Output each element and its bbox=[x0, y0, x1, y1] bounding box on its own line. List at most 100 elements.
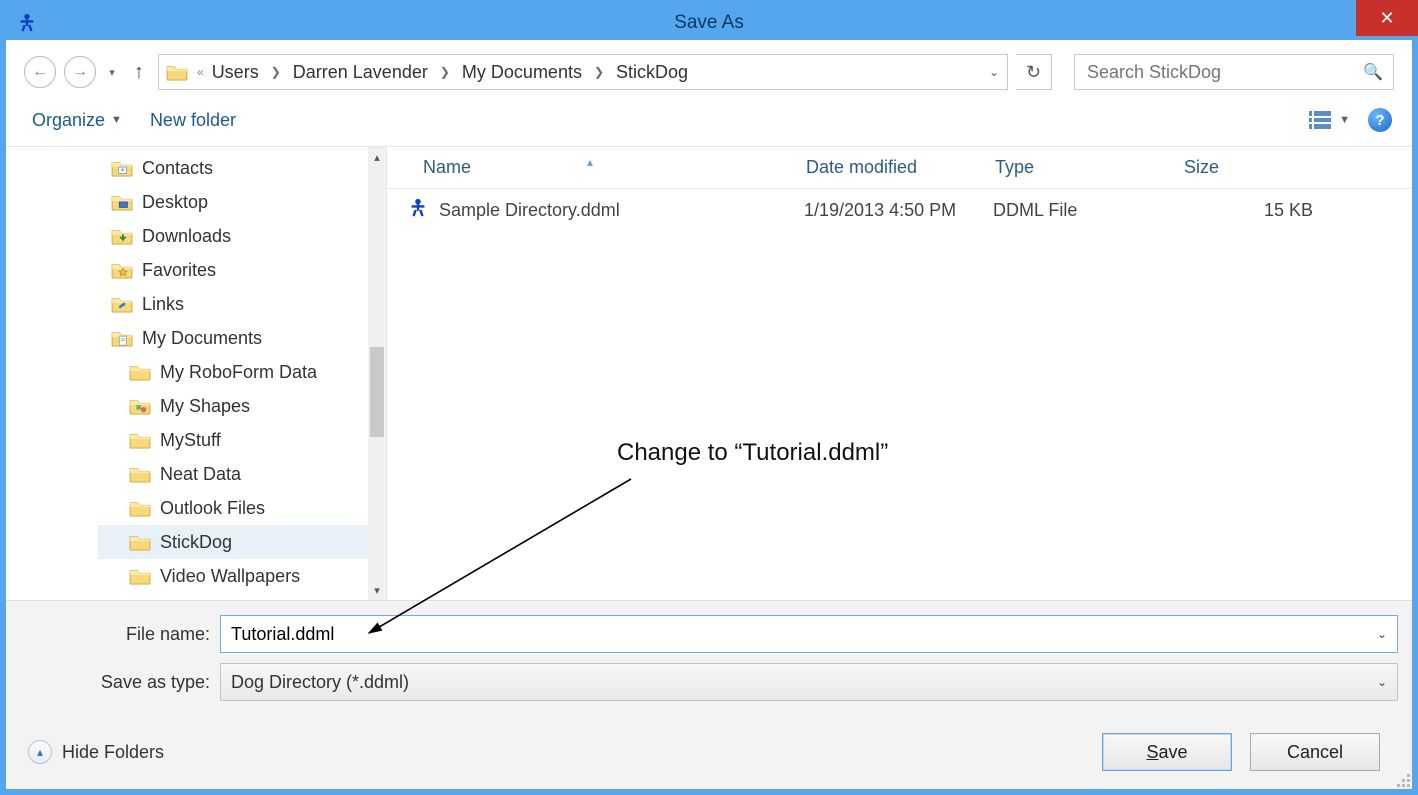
tree-item-mystuff[interactable]: MyStuff bbox=[98, 423, 368, 457]
organize-button[interactable]: Organize ▼ bbox=[32, 110, 122, 131]
toolbar: Organize ▼ New folder ▼ ? bbox=[6, 98, 1412, 147]
breadcrumb-segment[interactable]: My Documents bbox=[460, 62, 584, 83]
dialog-body: Contacts Desktop Downloads FavoritesLinks My… bbox=[6, 147, 1412, 600]
tree-item-label: Neat Data bbox=[160, 464, 241, 485]
tree-item-label: StickDog bbox=[160, 532, 232, 553]
tree-item-stickdog[interactable]: StickDog bbox=[98, 525, 368, 559]
folder-icon bbox=[128, 464, 152, 484]
tree-item-label: MyStuff bbox=[160, 430, 221, 451]
hide-folders-toggle[interactable]: ▴ Hide Folders bbox=[28, 740, 164, 764]
saveas-value: Dog Directory (*.ddml) bbox=[221, 672, 1367, 693]
search-icon: 🔍 bbox=[1363, 62, 1383, 82]
folder-icon bbox=[110, 260, 134, 280]
search-box[interactable]: 🔍 bbox=[1074, 54, 1394, 90]
save-button[interactable]: Save bbox=[1102, 733, 1232, 771]
chevron-right-icon: ❯ bbox=[440, 65, 450, 79]
folder-icon bbox=[128, 566, 152, 586]
chevron-right-icon: ❯ bbox=[594, 65, 604, 79]
view-icon bbox=[1309, 111, 1331, 129]
filename-field-wrapper: ⌄ bbox=[220, 615, 1398, 653]
folder-icon bbox=[128, 362, 152, 382]
sort-indicator-icon: ▴ bbox=[587, 155, 593, 169]
filename-label: File name: bbox=[20, 624, 220, 645]
tree-item-my-documents[interactable]: My Documents bbox=[98, 321, 368, 355]
refresh-button[interactable]: ↻ bbox=[1016, 54, 1052, 90]
tree-item-video-wallpapers[interactable]: Video Wallpapers bbox=[98, 559, 368, 593]
column-size[interactable]: Size bbox=[1182, 157, 1337, 178]
chevron-right-icon: ❯ bbox=[271, 65, 281, 79]
tree-item-label: My Shapes bbox=[160, 396, 250, 417]
chevron-down-icon: ⌄ bbox=[1367, 675, 1397, 689]
cancel-button[interactable]: Cancel bbox=[1250, 733, 1380, 771]
tree-item-label: Desktop bbox=[142, 192, 208, 213]
title-bar: Save As ✕ bbox=[6, 6, 1412, 40]
breadcrumb-segment[interactable]: StickDog bbox=[614, 62, 690, 83]
save-as-dialog: Save As ✕ ← → ▾ ↑ « Users ❯ Darren Laven… bbox=[0, 0, 1418, 795]
history-dropdown[interactable]: ▾ bbox=[104, 66, 120, 79]
tree-item-my-roboform-data[interactable]: My RoboForm Data bbox=[98, 355, 368, 389]
column-type[interactable]: Type bbox=[993, 157, 1182, 178]
tree-item-links[interactable]: Links bbox=[98, 287, 368, 321]
chevron-down-icon: ▼ bbox=[111, 114, 122, 126]
file-size: 15 KB bbox=[1182, 200, 1337, 221]
filename-dropdown[interactable]: ⌄ bbox=[1367, 627, 1397, 641]
window-title: Save As bbox=[674, 12, 744, 34]
up-button[interactable]: ↑ bbox=[128, 61, 150, 84]
file-icon bbox=[407, 197, 429, 224]
tree-item-label: My RoboForm Data bbox=[160, 362, 317, 383]
close-button[interactable]: ✕ bbox=[1356, 0, 1418, 36]
tree-item-label: Video Wallpapers bbox=[160, 566, 300, 587]
tree-item-label: Outlook Files bbox=[160, 498, 265, 519]
scroll-down-icon[interactable]: ▾ bbox=[374, 580, 380, 600]
tree-item-contacts[interactable]: Contacts bbox=[98, 151, 368, 185]
tree-item-downloads[interactable]: Downloads bbox=[98, 219, 368, 253]
folder-icon bbox=[128, 430, 152, 450]
navigation-bar: ← → ▾ ↑ « Users ❯ Darren Lavender ❯ My D… bbox=[6, 40, 1412, 98]
app-icon bbox=[14, 10, 40, 36]
file-list-area: Name ▴ Date modified Type Size Sample Di… bbox=[386, 147, 1412, 600]
back-button[interactable]: ← bbox=[24, 56, 56, 88]
file-row[interactable]: Sample Directory.ddml1/19/2013 4:50 PMDD… bbox=[387, 189, 1412, 231]
column-date[interactable]: Date modified bbox=[804, 157, 993, 178]
address-dropdown[interactable]: ⌄ bbox=[981, 65, 1007, 79]
save-form: File name: ⌄ Save as type: Dog Directory… bbox=[6, 600, 1412, 789]
folder-icon bbox=[163, 63, 191, 81]
tree-item-outlook-files[interactable]: Outlook Files bbox=[98, 491, 368, 525]
annotation-text: Change to “Tutorial.ddml” bbox=[617, 439, 888, 466]
new-folder-button[interactable]: New folder bbox=[150, 110, 236, 131]
filename-input[interactable] bbox=[221, 624, 1367, 645]
tree-item-desktop[interactable]: Desktop bbox=[98, 185, 368, 219]
breadcrumb-prefix: « bbox=[197, 65, 204, 79]
tree-item-my-shapes[interactable]: My Shapes bbox=[98, 389, 368, 423]
collapse-icon: ▴ bbox=[28, 740, 52, 764]
file-list[interactable]: Sample Directory.ddml1/19/2013 4:50 PMDD… bbox=[387, 189, 1412, 600]
tree-item-label: Downloads bbox=[142, 226, 231, 247]
folder-icon bbox=[110, 192, 134, 212]
folder-tree[interactable]: Contacts Desktop Downloads FavoritesLinks My… bbox=[98, 147, 368, 600]
folder-icon bbox=[110, 226, 134, 246]
annotation-overlay: Change to “Tutorial.ddml” bbox=[617, 439, 888, 467]
address-bar[interactable]: « Users ❯ Darren Lavender ❯ My Documents… bbox=[158, 54, 1008, 90]
saveas-label: Save as type: bbox=[20, 672, 220, 693]
search-input[interactable] bbox=[1085, 61, 1363, 84]
folder-icon bbox=[128, 396, 152, 416]
sidebar-scrollbar[interactable]: ▴ ▾ bbox=[368, 147, 386, 600]
breadcrumb-segment[interactable]: Users bbox=[210, 62, 261, 83]
column-name[interactable]: Name ▴ bbox=[387, 157, 804, 178]
help-button[interactable]: ? bbox=[1368, 108, 1392, 132]
close-icon: ✕ bbox=[1379, 8, 1394, 29]
scroll-up-icon[interactable]: ▴ bbox=[374, 147, 380, 167]
file-type: DDML File bbox=[993, 200, 1182, 221]
resize-grip[interactable] bbox=[1396, 773, 1410, 787]
tree-item-neat-data[interactable]: Neat Data bbox=[98, 457, 368, 491]
view-button[interactable]: ▼ bbox=[1309, 111, 1350, 129]
tree-item-label: My Documents bbox=[142, 328, 262, 349]
file-name: Sample Directory.ddml bbox=[439, 200, 620, 221]
breadcrumb-segment[interactable]: Darren Lavender bbox=[291, 62, 430, 83]
scroll-thumb[interactable] bbox=[370, 347, 384, 437]
tree-item-favorites[interactable]: Favorites bbox=[98, 253, 368, 287]
new-folder-label: New folder bbox=[150, 110, 236, 131]
organize-label: Organize bbox=[32, 110, 105, 131]
forward-button[interactable]: → bbox=[64, 56, 96, 88]
saveas-type-select[interactable]: Dog Directory (*.ddml) ⌄ bbox=[220, 663, 1398, 701]
